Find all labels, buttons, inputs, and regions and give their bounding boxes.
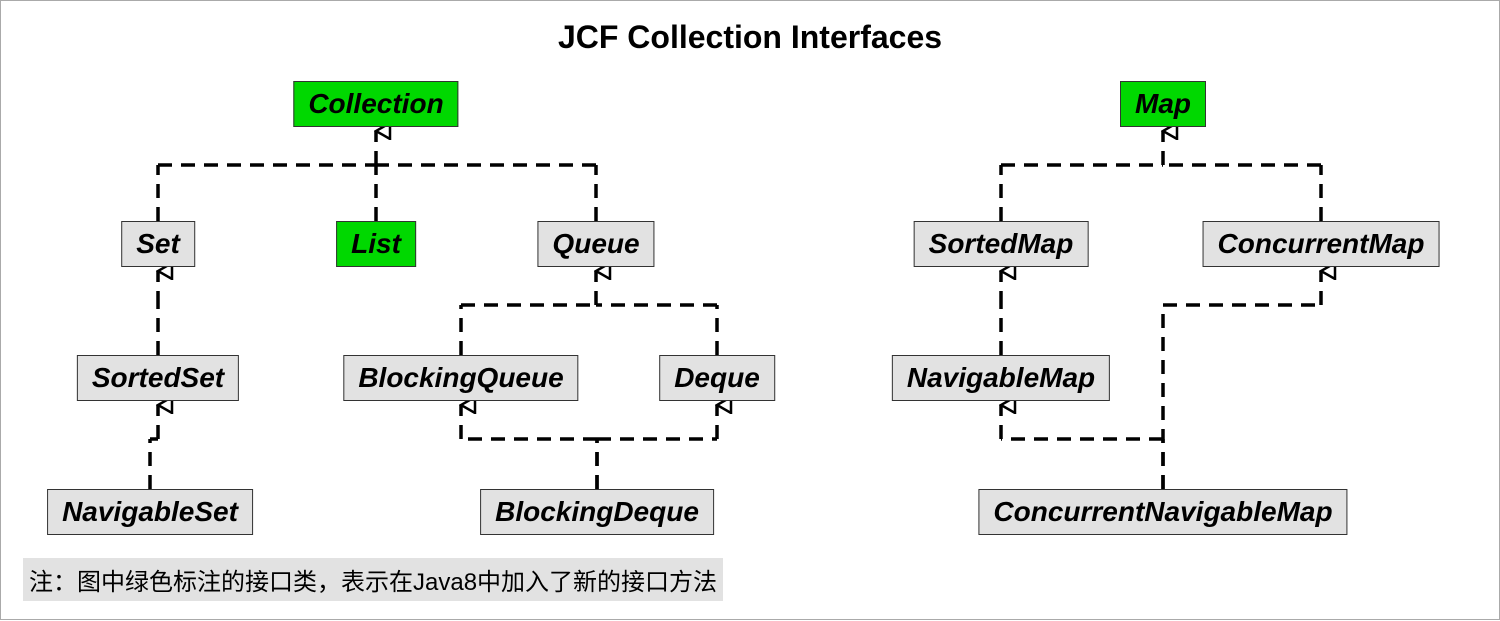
node-blockingqueue: BlockingQueue [343, 355, 578, 401]
node-list: List [336, 221, 416, 267]
diagram-title: JCF Collection Interfaces [1, 19, 1499, 56]
node-blockingdeque: BlockingDeque [480, 489, 714, 535]
node-navigablemap: NavigableMap [892, 355, 1110, 401]
node-queue: Queue [537, 221, 654, 267]
diagram-frame: JCF Collection Interfaces Collection Set L… [0, 0, 1500, 620]
node-collection: Collection [293, 81, 458, 127]
node-sortedset: SortedSet [77, 355, 239, 401]
node-navigableset: NavigableSet [47, 489, 253, 535]
node-deque: Deque [659, 355, 775, 401]
node-concurrentmap: ConcurrentMap [1203, 221, 1440, 267]
node-set: Set [121, 221, 195, 267]
node-sortedmap: SortedMap [914, 221, 1089, 267]
node-map: Map [1120, 81, 1206, 127]
node-concurrentnavigablemap: ConcurrentNavigableMap [978, 489, 1347, 535]
footnote: 注：图中绿色标注的接口类，表示在Java8中加入了新的接口方法 [23, 558, 723, 601]
